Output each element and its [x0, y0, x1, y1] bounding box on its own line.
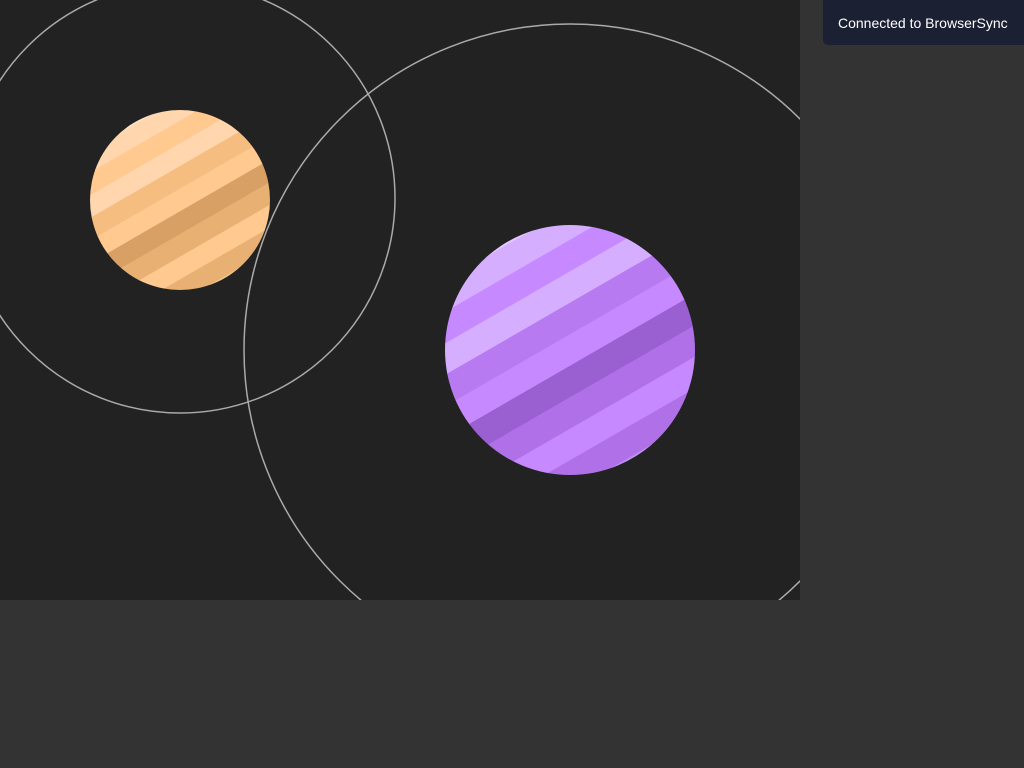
purple-planet: [445, 225, 695, 475]
browsersync-notification: Connected to BrowserSync: [823, 0, 1024, 45]
notification-text: Connected to BrowserSync: [838, 15, 1008, 31]
orange-planet: [90, 110, 270, 290]
canvas: [0, 0, 800, 600]
scene: [0, 0, 800, 600]
